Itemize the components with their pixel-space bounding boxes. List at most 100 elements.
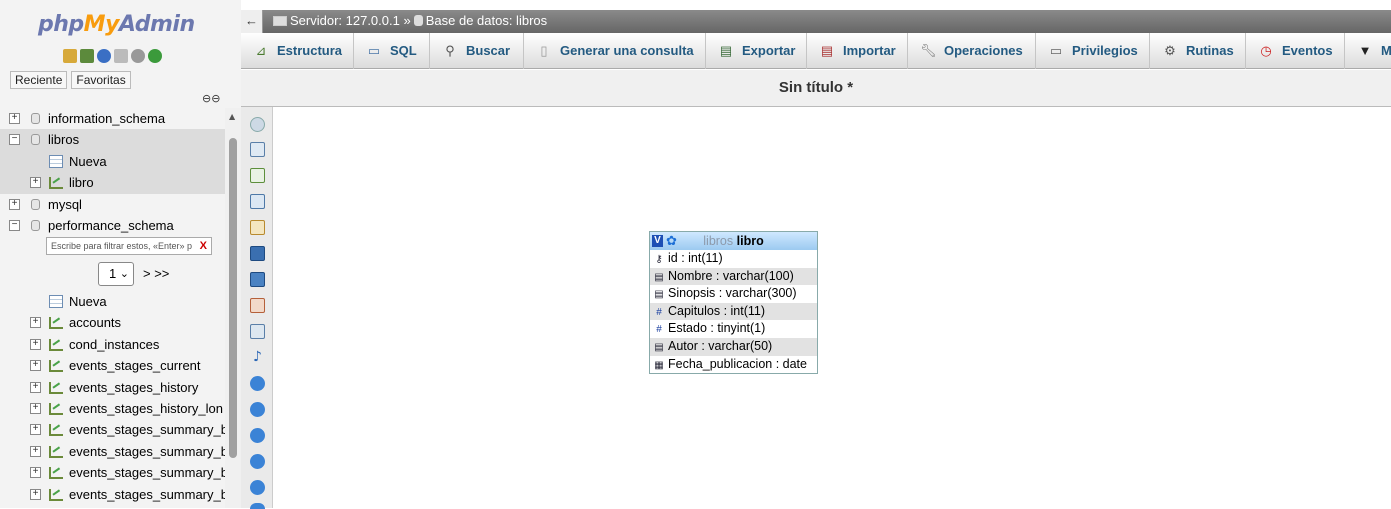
expand-icon[interactable]: + <box>30 338 41 350</box>
table-column-row[interactable]: ⚷ id : int(11) <box>650 250 817 268</box>
text-icon: ▤ <box>654 289 664 301</box>
key-icon: ⚷ <box>655 254 663 265</box>
expand-icon[interactable]: + <box>30 467 41 479</box>
performance-schema-tree: Nueva + accounts + cond_instances + even… <box>0 291 225 505</box>
collapse-nav-arrow-icon[interactable]: ← <box>241 10 263 33</box>
calendar-icon: ▦ <box>654 359 664 371</box>
table-icon <box>49 467 63 480</box>
routines-icon: ⚙ <box>1164 43 1176 58</box>
breadcrumb-database[interactable]: Base de datos: libros <box>426 13 547 28</box>
tree-item-information-schema[interactable]: + information_schema <box>0 108 225 129</box>
tree-filter-input[interactable]: Escribe para filtrar estos, «Enter» p X <box>46 237 212 255</box>
docs-icon[interactable] <box>114 49 128 63</box>
nav-icon-bar <box>63 49 162 63</box>
designer-table-header[interactable]: V ✿ libros libro <box>650 232 817 250</box>
designer-toolbar: ♪ <box>241 107 273 509</box>
edit-page-icon[interactable] <box>250 220 265 235</box>
add-tables-icon[interactable] <box>250 168 265 183</box>
nav-scrollbar-thumb[interactable] <box>229 138 237 458</box>
designer-table-libro[interactable]: V ✿ libros libro ⚷ id : int(11) ▤ Nombre :… <box>649 231 818 375</box>
tab-privilegios[interactable]: ▭ Privilegios <box>1036 33 1150 69</box>
expand-icon[interactable]: + <box>30 488 41 500</box>
tab-buscar[interactable]: ⚲ Buscar <box>430 33 524 69</box>
tree-item-table[interactable]: + events_stages_history <box>0 377 225 398</box>
clear-filter-icon[interactable]: X <box>200 238 207 254</box>
breadcrumb-server[interactable]: Servidor: 127.0.0.1 <box>290 13 400 28</box>
designer-canvas[interactable] <box>274 108 1391 508</box>
reload-icon[interactable] <box>148 49 162 63</box>
tree-item-mysql[interactable]: + mysql <box>0 194 225 215</box>
relation-line-icon[interactable]: ♪ <box>250 350 265 365</box>
tab-eventos[interactable]: ◷ Eventos <box>1246 33 1345 69</box>
tree-item-performance-schema[interactable]: − performance_schema <box>0 215 225 236</box>
expand-icon[interactable]: + <box>30 360 41 372</box>
expand-icon[interactable]: + <box>9 198 20 210</box>
scroll-up-icon[interactable]: ▲ <box>229 112 235 121</box>
logout-icon[interactable] <box>80 49 94 63</box>
save-icon[interactable] <box>250 246 265 261</box>
wrench-icon: 🔧︎ <box>920 43 937 58</box>
expand-icon[interactable]: + <box>30 402 41 414</box>
page-title: Sin título * <box>241 70 1391 107</box>
home-icon[interactable] <box>63 49 77 63</box>
table-column-row[interactable]: ▦ Fecha_publicacion : date <box>650 356 817 374</box>
select-all-checkbox[interactable]: V <box>652 235 663 247</box>
expand-icon[interactable]: + <box>30 177 41 189</box>
table-column-row[interactable]: # Capitulos : int(11) <box>650 302 817 321</box>
snap-to-grid-icon[interactable] <box>250 454 265 469</box>
help-icon[interactable] <box>250 428 265 443</box>
table-icon <box>49 177 63 190</box>
tab-sql[interactable]: ▭ SQL <box>354 33 430 69</box>
collapse-icon[interactable]: − <box>9 219 20 231</box>
toggle-menu-icon[interactable] <box>250 117 265 132</box>
table-column-row[interactable]: # Estado : tinyint(1) <box>650 320 817 338</box>
table-column-row[interactable]: ▤ Autor : varchar(50) <box>650 337 817 356</box>
reload-icon[interactable] <box>250 376 265 391</box>
delete-page-icon[interactable] <box>250 298 265 313</box>
table-column-row[interactable]: ▤ Nombre : varchar(100) <box>650 267 817 286</box>
tree-item-table[interactable]: + events_stages_current <box>0 355 225 376</box>
collapse-icon[interactable]: − <box>9 134 20 146</box>
toggle-small-big-icon[interactable] <box>250 480 265 495</box>
tree-item-table[interactable]: + events_stages_summary_b <box>0 419 225 440</box>
tab-more[interactable]: ▼ M <box>1345 33 1391 69</box>
tree-item-table[interactable]: + cond_instances <box>0 334 225 355</box>
tree-item-table[interactable]: + accounts <box>0 312 225 333</box>
gear-icon[interactable] <box>131 49 145 63</box>
tab-estructura[interactable]: ⊿ Estructura <box>241 33 354 69</box>
recent-tab[interactable]: Reciente <box>10 71 68 89</box>
fullscreen-icon[interactable] <box>250 142 265 157</box>
link-icon[interactable]: ⊖⊖ <box>202 92 220 105</box>
tree-item-libros-new[interactable]: Nueva <box>0 150 225 173</box>
favorites-tab[interactable]: Favoritas <box>71 71 131 89</box>
next-page-link[interactable]: > >> <box>143 266 169 281</box>
tab-rutinas[interactable]: ⚙ Rutinas <box>1150 33 1246 69</box>
tree-item-ps-new[interactable]: Nueva <box>0 291 225 312</box>
phpmyadmin-logo[interactable]: phpMyAdmin <box>38 12 195 37</box>
expand-icon[interactable]: + <box>30 381 41 393</box>
tab-generar-consulta[interactable]: ▯ Generar una consulta <box>524 33 706 69</box>
tree-item-table[interactable]: + events_stages_summary_b <box>0 441 225 462</box>
angular-links-icon[interactable] <box>250 402 265 417</box>
page-select[interactable]: 1 ⌄ <box>98 262 134 286</box>
expand-icon[interactable]: + <box>30 317 41 329</box>
tree-item-table[interactable]: + events_stages_summary_b <box>0 462 225 483</box>
save-as-icon[interactable] <box>250 272 265 287</box>
tab-operaciones[interactable]: 🔧︎ Operaciones <box>908 33 1036 69</box>
expand-icon[interactable]: + <box>30 424 41 436</box>
tree-item-libros[interactable]: − libros <box>0 129 225 151</box>
help-icon[interactable] <box>97 49 111 63</box>
tables-list-icon[interactable] <box>250 324 265 339</box>
new-table-icon <box>49 154 63 168</box>
tab-importar[interactable]: ▤ Importar <box>807 33 908 69</box>
expand-icon[interactable]: + <box>9 113 20 124</box>
tree-item-libro[interactable]: + libro <box>0 172 225 194</box>
expand-icon[interactable]: + <box>30 445 41 457</box>
tree-item-table[interactable]: + events_stages_summary_b <box>0 484 225 505</box>
gear-icon[interactable]: ✿ <box>666 232 677 250</box>
new-page-icon[interactable] <box>250 194 265 209</box>
tree-item-table[interactable]: + events_stages_history_lon <box>0 398 225 419</box>
table-column-row[interactable]: ▤ Sinopsis : varchar(300) <box>650 285 817 303</box>
tab-exportar[interactable]: ▤ Exportar <box>706 33 807 69</box>
more-tools-icon[interactable] <box>250 503 265 509</box>
